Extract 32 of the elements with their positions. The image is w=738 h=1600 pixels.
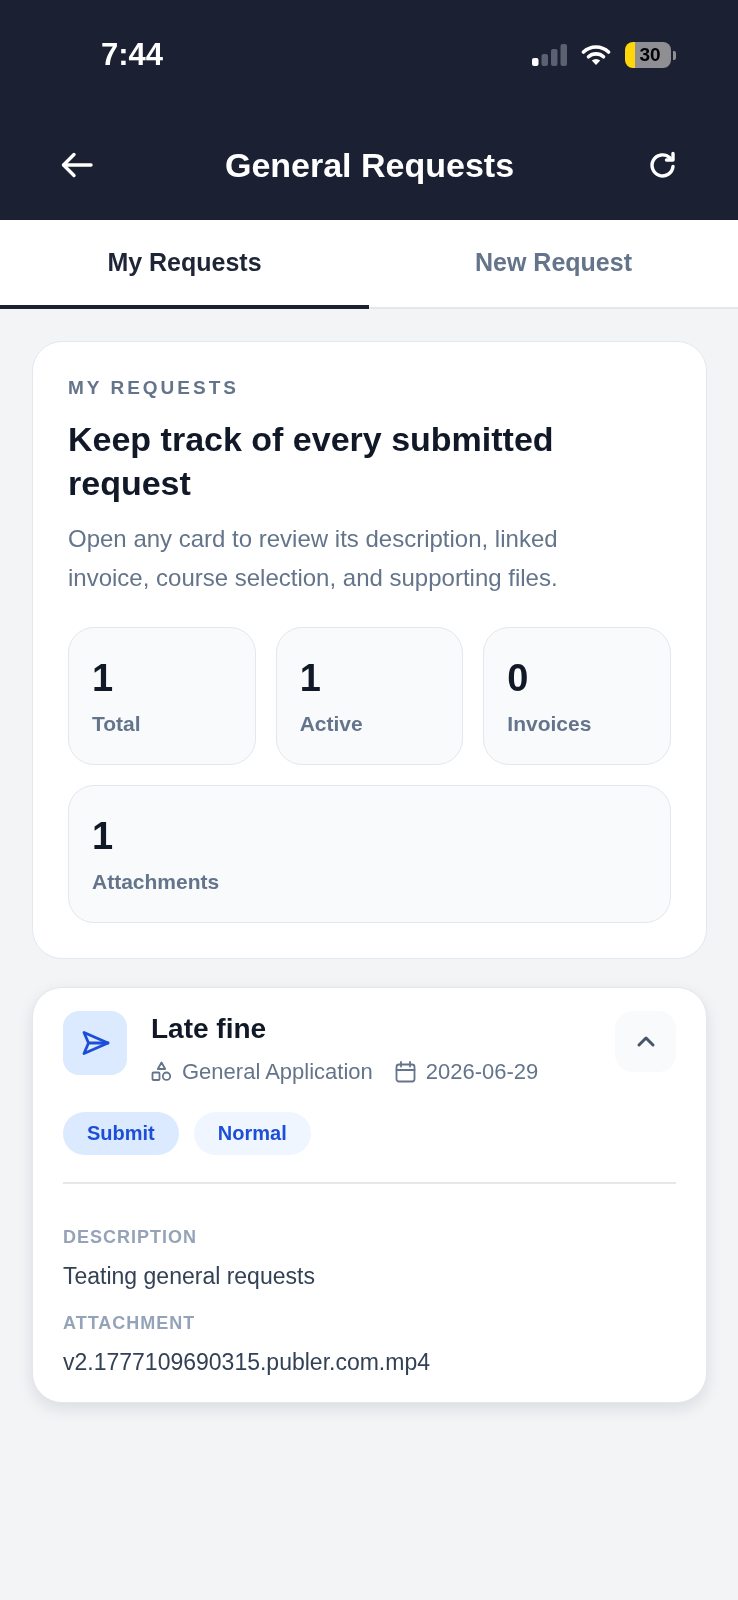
status-badge: Submit [63,1111,179,1155]
request-title: Late fine [151,1011,268,1046]
tab[interactable]: New Request [369,220,738,309]
arrow-left-icon [61,152,93,178]
send-icon [63,1010,127,1075]
stat-value: 1 [92,814,115,858]
detail-value: v2.1777109690315.publer.com.mp4 [63,1347,431,1377]
status-time: 7:44 [101,37,164,73]
detail-value: Teating general requests [63,1261,316,1291]
stat-label: Active [299,711,364,737]
request-category: General Application [182,1057,373,1086]
summary-heading: Keep track of every submitted request [68,419,555,504]
signal-icon [532,44,567,66]
wifi-icon [581,44,611,66]
summary-description: Open any card to review its description, linked invoice, course selection, and supporting files. [68,524,559,593]
shapes-icon [151,1061,172,1082]
detail-label: ATTACHMENT [63,1311,197,1335]
stat-label: Attachments [92,869,221,895]
priority-badge: Normal [193,1111,311,1155]
detail-label: DESCRIPTION [63,1225,198,1249]
tab[interactable]: My Requests [0,220,369,309]
stat-label: Invoices [507,711,593,737]
battery-indicator: 30 [625,42,676,68]
page-title: General Requests [223,145,516,186]
stat-value: 1 [92,656,115,700]
stat-label: Total [92,711,142,737]
calendar-icon [394,1060,416,1083]
section-label: MY REQUESTS [68,376,240,400]
stat-value: 1 [299,656,322,700]
request-date: 2026-06-29 [425,1057,539,1086]
stat-value: 0 [507,656,530,700]
refresh-icon [647,150,677,180]
